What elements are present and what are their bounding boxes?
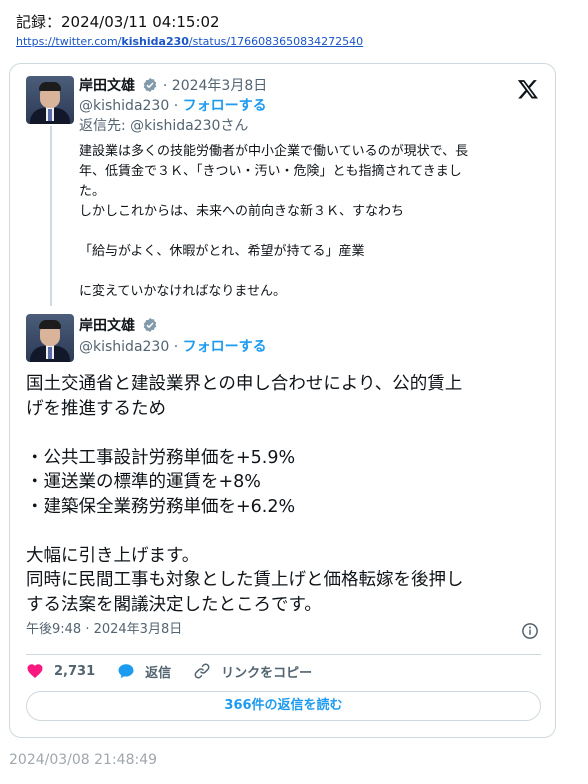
copy-link-label: リンクをコピー bbox=[221, 665, 313, 681]
archive-source-link[interactable]: https://twitter.com/kishida230/status/17… bbox=[16, 34, 363, 50]
text-line bbox=[26, 421, 541, 446]
text-line: に変えていかなければなりません。 bbox=[79, 284, 286, 299]
text-line bbox=[79, 262, 539, 282]
main-tweet-text: 国土交通省と建設業界との申し合わせにより、公的賃上 げを推進するため ・公共工事… bbox=[26, 372, 541, 617]
text-line: ・建築保全業務労務単価を+6.2% bbox=[26, 496, 296, 517]
handle-separator: · bbox=[169, 339, 183, 355]
url-suffix: /status/1766083650834272540 bbox=[188, 35, 364, 48]
text-line bbox=[26, 519, 541, 544]
quoted-handle-row: @kishida230 · フォローする bbox=[79, 97, 267, 115]
main-author-row: 岸田文雄 bbox=[79, 317, 158, 335]
x-logo-icon[interactable] bbox=[517, 78, 539, 100]
quoted-author-handle[interactable]: @kishida230 bbox=[79, 98, 169, 114]
handle-separator: · bbox=[169, 98, 183, 114]
text-line: 「給与がよく、休暇がとれ、希望が持てる」産業 bbox=[79, 244, 365, 259]
quoted-author-avatar[interactable] bbox=[26, 76, 74, 124]
verified-badge-icon bbox=[144, 318, 157, 332]
url-handle: kishida230 bbox=[121, 35, 189, 48]
text-line bbox=[79, 222, 539, 242]
tweet-timestamp[interactable]: 午後9:48 · 2024年3月8日 bbox=[26, 620, 182, 640]
quoted-author-name[interactable]: 岸田文雄 bbox=[79, 78, 135, 94]
text-line: 大幅に引き上げます。 bbox=[26, 545, 200, 566]
quoted-follow-button[interactable]: フォローする bbox=[183, 98, 267, 114]
reply-button[interactable]: 返信 bbox=[117, 662, 171, 681]
like-count: 2,731 bbox=[54, 663, 96, 679]
text-line: 年、低賃金で３Ｋ、「きつい・汚い・危険」とも指摘されてきまし bbox=[79, 164, 462, 179]
archive-record-label: 記録：2024/03/11 04:15:02 bbox=[16, 13, 220, 31]
tweet-actions-bar: 2,731 返信 リンクをコピー bbox=[26, 660, 334, 682]
main-author-name[interactable]: 岸田文雄 bbox=[79, 318, 135, 334]
read-replies-button[interactable]: 366件の返信を読む bbox=[26, 691, 541, 721]
archive-header: 記録：2024/03/11 04:15:02 https://twitter.c… bbox=[16, 12, 363, 50]
text-line: 建設業は多くの技能労働者が中小企業で働いているのが現状で、長 bbox=[79, 144, 469, 159]
text-line: げを推進するため bbox=[26, 398, 166, 419]
url-prefix: https://twitter.com/ bbox=[16, 35, 122, 48]
text-line: 国土交通省と建設業界との申し合わせにより、公的賃上 bbox=[26, 374, 463, 394]
quoted-tweet-text: 建設業は多くの技能労働者が中小企業で働いているのが現状で、長 年、低賃金で３Ｋ、… bbox=[79, 142, 539, 302]
main-author-avatar[interactable] bbox=[26, 314, 74, 362]
quoted-author-row: 岸田文雄 · 2024年3月8日 bbox=[79, 77, 267, 95]
like-button[interactable]: 2,731 bbox=[26, 662, 95, 680]
verified-badge-icon bbox=[144, 78, 157, 92]
link-icon bbox=[194, 663, 210, 679]
heart-icon bbox=[27, 664, 43, 678]
capture-timestamp: 2024/03/08 21:48:49 bbox=[9, 752, 158, 768]
speech-bubble-icon bbox=[118, 664, 134, 679]
text-line: ・公共工事設計労務単価を+5.9% bbox=[26, 447, 296, 468]
copy-link-button[interactable]: リンクをコピー bbox=[193, 662, 312, 681]
reply-label: 返信 bbox=[145, 665, 172, 681]
text-line: する法案を閣議決定したところです。 bbox=[26, 594, 322, 615]
quoted-tweet-date[interactable]: · 2024年3月8日 bbox=[163, 78, 267, 94]
text-line: た。 bbox=[79, 184, 106, 199]
main-handle-row: @kishida230 · フォローする bbox=[79, 338, 267, 356]
text-line: ・運送業の標準的運賃を+8% bbox=[26, 472, 261, 492]
thread-connector-line bbox=[50, 126, 52, 306]
tweet-embed-card: 岸田文雄 · 2024年3月8日 @kishida230 · フォローする 返信… bbox=[9, 63, 556, 738]
info-icon[interactable] bbox=[521, 622, 539, 640]
reply-to-label: 返信先: @kishida230さん bbox=[79, 118, 249, 134]
actions-divider bbox=[26, 654, 541, 655]
text-line: しかしこれからは、未来への前向きな新３Ｋ、すなわち bbox=[79, 204, 405, 219]
main-follow-button[interactable]: フォローする bbox=[183, 339, 267, 355]
main-author-handle[interactable]: @kishida230 bbox=[79, 339, 169, 355]
text-line: 同時に民間工事も対象とした賃上げと価格転嫁を後押し bbox=[26, 570, 464, 590]
